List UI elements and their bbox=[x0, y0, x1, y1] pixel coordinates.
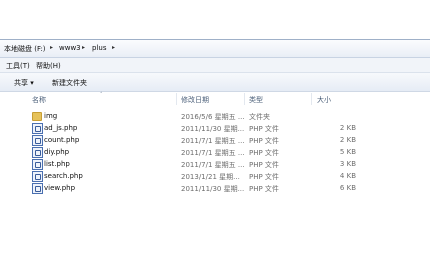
file-type: PHP 文件 bbox=[249, 161, 279, 169]
command-toolbar: 共享 ▾ 新建文件夹 bbox=[0, 73, 430, 92]
file-size: 4 KB bbox=[339, 172, 356, 180]
window-top-area bbox=[0, 0, 430, 39]
share-button[interactable]: 共享 ▾ bbox=[14, 78, 34, 88]
php-file-icon bbox=[32, 183, 43, 194]
file-row[interactable]: count.php 2011/7/1 星期五 ... PHP 文件 2 KB bbox=[0, 134, 430, 146]
file-row[interactable]: diy.php 2011/7/1 星期五 ... PHP 文件 5 KB bbox=[0, 146, 430, 158]
column-header-date[interactable]: 修改日期 bbox=[181, 95, 209, 105]
column-header-type[interactable]: 类型 bbox=[249, 95, 263, 105]
file-type: PHP 文件 bbox=[249, 185, 279, 193]
breadcrumb-plus[interactable]: plus bbox=[92, 44, 106, 52]
file-date: 2011/11/30 星期... bbox=[181, 185, 245, 193]
file-size: 2 KB bbox=[339, 124, 356, 132]
menu-tools[interactable]: 工具(T) bbox=[6, 61, 30, 71]
folder-icon bbox=[32, 112, 42, 121]
breadcrumb-separator-icon[interactable]: ▸ bbox=[82, 44, 85, 51]
column-divider[interactable] bbox=[244, 93, 245, 105]
breadcrumb-separator-icon[interactable]: ▸ bbox=[112, 44, 115, 51]
php-file-icon bbox=[32, 159, 43, 170]
file-date: 2011/7/1 星期五 ... bbox=[181, 137, 245, 145]
column-header-row: ˄ 名称 修改日期 类型 大小 bbox=[0, 92, 430, 106]
file-name: view.php bbox=[44, 184, 76, 192]
new-folder-button[interactable]: 新建文件夹 bbox=[52, 78, 87, 88]
column-header-name[interactable]: 名称 bbox=[32, 95, 46, 105]
menu-help[interactable]: 帮助(H) bbox=[36, 61, 61, 71]
file-name: count.php bbox=[44, 136, 80, 144]
php-file-icon bbox=[32, 135, 43, 146]
file-name: ad_js.php bbox=[44, 124, 78, 132]
file-row[interactable]: view.php 2011/11/30 星期... PHP 文件 6 KB bbox=[0, 182, 430, 194]
file-name: search.php bbox=[44, 172, 83, 180]
file-size: 5 KB bbox=[339, 148, 356, 156]
sort-arrow-icon: ˄ bbox=[100, 92, 103, 98]
file-type: PHP 文件 bbox=[249, 137, 279, 145]
address-bar[interactable]: 本地磁盘 (F:) ▸ www3 ▸ plus ▸ bbox=[0, 39, 430, 58]
php-file-icon bbox=[32, 147, 43, 158]
file-date: 2011/7/1 星期五 ... bbox=[181, 161, 245, 169]
breadcrumb-separator-icon[interactable]: ▸ bbox=[50, 44, 53, 51]
php-file-icon bbox=[32, 123, 43, 134]
file-size: 6 KB bbox=[339, 184, 356, 192]
file-type: PHP 文件 bbox=[249, 149, 279, 157]
file-row[interactable]: ad_js.php 2011/11/30 星期... PHP 文件 2 KB bbox=[0, 122, 430, 134]
breadcrumb-www3[interactable]: www3 bbox=[59, 44, 81, 52]
file-date: 2016/5/6 星期五 ... bbox=[181, 113, 245, 121]
file-type: PHP 文件 bbox=[249, 173, 279, 181]
file-date: 2011/7/1 星期五 ... bbox=[181, 149, 245, 157]
file-type: 文件夹 bbox=[249, 113, 270, 121]
column-header-size[interactable]: 大小 bbox=[317, 95, 331, 105]
php-file-icon bbox=[32, 171, 43, 182]
file-row[interactable]: img 2016/5/6 星期五 ... 文件夹 bbox=[0, 110, 430, 122]
breadcrumb-drive[interactable]: 本地磁盘 (F:) bbox=[4, 44, 46, 54]
file-date: 2011/11/30 星期... bbox=[181, 125, 245, 133]
column-divider[interactable] bbox=[176, 93, 177, 105]
file-type: PHP 文件 bbox=[249, 125, 279, 133]
file-row[interactable]: search.php 2013/1/21 星期... PHP 文件 4 KB bbox=[0, 170, 430, 182]
file-date: 2013/1/21 星期... bbox=[181, 173, 240, 181]
file-row[interactable]: list.php 2011/7/1 星期五 ... PHP 文件 3 KB bbox=[0, 158, 430, 170]
menu-bar: 工具(T) 帮助(H) bbox=[0, 58, 430, 73]
file-size: 3 KB bbox=[339, 160, 356, 168]
column-divider[interactable] bbox=[311, 93, 312, 105]
file-size: 2 KB bbox=[339, 136, 356, 144]
file-name: list.php bbox=[44, 160, 70, 168]
file-name: diy.php bbox=[44, 148, 70, 156]
file-name: img bbox=[44, 112, 58, 120]
